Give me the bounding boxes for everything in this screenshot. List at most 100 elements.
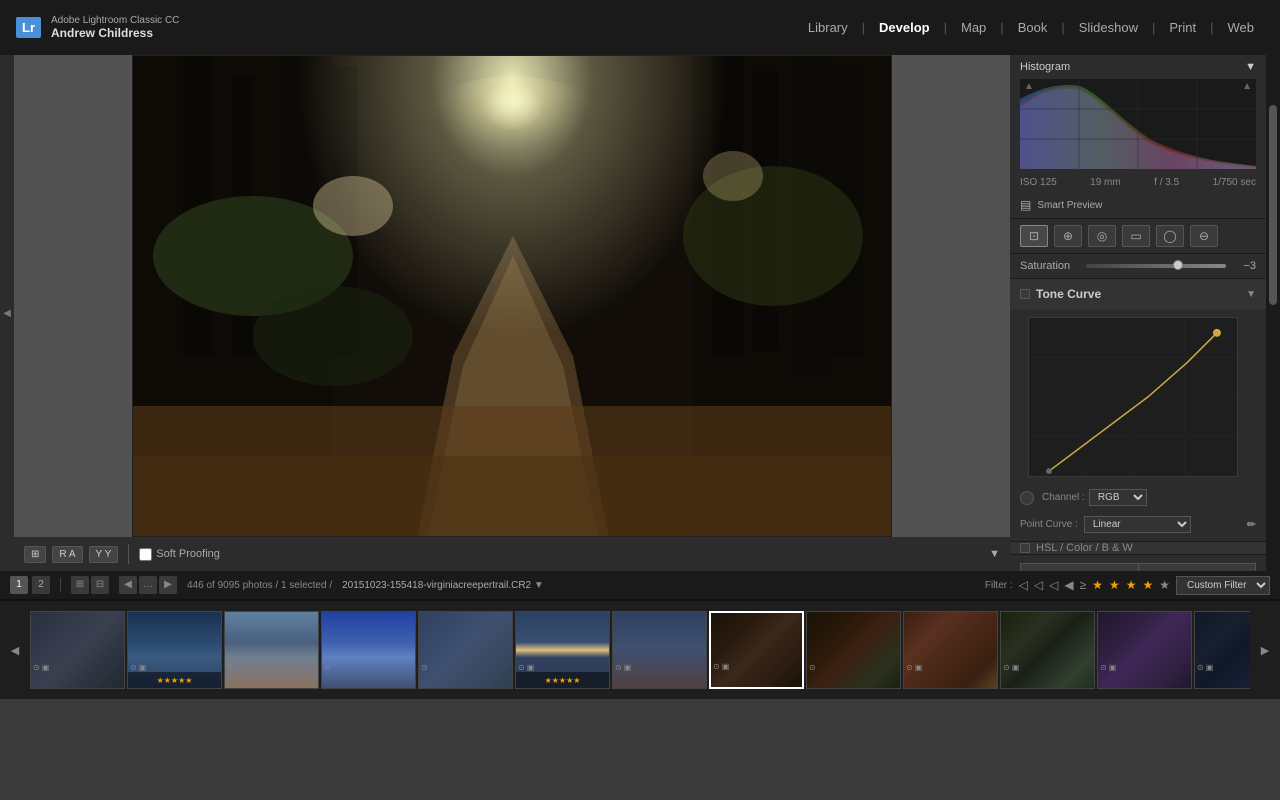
film-thumb-5[interactable]: ⊙ [418, 611, 513, 689]
film-thumb-3[interactable]: ⊙ [224, 611, 319, 689]
saturation-slider[interactable] [1086, 264, 1226, 268]
page-1[interactable]: 1 [10, 576, 28, 594]
dots[interactable]: … [139, 576, 157, 594]
filename-dropdown[interactable]: ▼ [534, 580, 544, 591]
grid-btn-1[interactable]: ⊞ [71, 576, 89, 594]
nav-arrows: ◀ … ▶ [119, 576, 177, 594]
focal-length: 19 mm [1090, 177, 1121, 188]
left-panel-arrow: ◀ [3, 308, 11, 319]
hsl-label: HSL / Color / B & W [1036, 542, 1133, 554]
center-toolbar: ⊞ R A Y Y Soft Proofing ▼ [14, 537, 1010, 571]
curve-controls: Channel : RGB Red Green Blue [1010, 485, 1266, 512]
tone-curve-graph [1028, 317, 1238, 477]
app-logo: Lr Adobe Lightroom Classic CC Andrew Chi… [16, 15, 179, 40]
hsl-toggle[interactable] [1020, 543, 1030, 553]
nav-slideshow[interactable]: Slideshow [1069, 16, 1148, 39]
star-3[interactable]: ★ [1126, 578, 1137, 592]
filter-icon-2[interactable]: ◁ [1034, 578, 1043, 592]
toolbar-expand-arrow[interactable]: ▼ [989, 548, 1000, 560]
film-thumb-10[interactable]: ⊙▣ [903, 611, 998, 689]
film-thumb-9[interactable]: ⊙ [806, 611, 901, 689]
film-thumb-4[interactable]: ⊙ [321, 611, 416, 689]
star-4[interactable]: ★ [1142, 578, 1153, 592]
scrollbar-thumb[interactable] [1269, 105, 1277, 305]
film-thumb-2[interactable]: ⊙▣ ★★★★★ [127, 611, 222, 689]
filter-icon-3[interactable]: ◁ [1049, 578, 1058, 592]
graduated-filter-tool[interactable]: ▭ [1122, 225, 1150, 247]
app-info: Adobe Lightroom Classic CC Andrew Childr… [51, 15, 179, 40]
nav-library[interactable]: Library [798, 16, 858, 39]
nav-book[interactable]: Book [1008, 16, 1058, 39]
filter-icon-4[interactable]: ◀ [1064, 578, 1073, 592]
film-thumb-11[interactable]: ⊙▣ [1000, 611, 1095, 689]
radial-filter-tool[interactable]: ◯ [1156, 225, 1184, 247]
center-area: ⊞ R A Y Y Soft Proofing ▼ [14, 55, 1010, 571]
custom-filter-select[interactable]: Custom Filter [1176, 576, 1270, 595]
star-2[interactable]: ★ [1109, 578, 1120, 592]
channel-select[interactable]: RGB Red Green Blue [1089, 489, 1147, 506]
tone-curve-expand-icon[interactable]: ▼ [1246, 289, 1256, 300]
film-thumb-6[interactable]: ⊙▣ ★★★★★ [515, 611, 610, 689]
film-thumb-13[interactable]: 5 ⊙▣ [1194, 611, 1250, 689]
filmstrip-scroll: ⊙▣ ⊙▣ ★★★★★ ⊙ ⊙ ⊙ ⊙▣ ★★★★★ ⊙▣ ⊙▣ [30, 606, 1250, 694]
nav-print[interactable]: Print [1159, 16, 1206, 39]
toolbar-sep [128, 544, 129, 564]
star-1[interactable]: ★ [1092, 578, 1103, 592]
filmstrip-area: ◀ ⊙▣ ⊙▣ ★★★★★ ⊙ ⊙ ⊙ ⊙▣ ★★★★★ ⊙▣ [0, 599, 1280, 699]
histogram-header: Histogram ▼ [1010, 55, 1266, 79]
hist-right-arrow[interactable]: ▲ [1242, 81, 1252, 92]
film-thumb-8[interactable]: ⊙▣ [709, 611, 804, 689]
tone-curve-section: Tone Curve ▼ [1010, 278, 1266, 541]
smart-preview-label: Smart Preview [1037, 200, 1102, 211]
histogram-title: Histogram [1020, 61, 1070, 73]
yy-btn[interactable]: Y Y [89, 546, 119, 563]
nav-web[interactable]: Web [1218, 16, 1265, 39]
develop-tools: ⊡ ⊕ ◎ ▭ ◯ ⊖ [1010, 219, 1266, 254]
film-thumb-7[interactable]: ⊙▣ [612, 611, 707, 689]
photo-count: 446 of 9095 photos / 1 selected / [187, 580, 332, 591]
adjustment-brush-tool[interactable]: ⊖ [1190, 225, 1218, 247]
crop-tool[interactable]: ⊡ [1020, 225, 1048, 247]
shutter-speed: 1/750 sec [1213, 177, 1256, 188]
main-layout: ◀ [0, 55, 1280, 571]
nav-develop[interactable]: Develop [869, 16, 940, 39]
filmstrip-right-arrow[interactable]: ▶ [1250, 644, 1280, 657]
hsl-section-bar: HSL / Color / B & W [1010, 541, 1266, 554]
status-bar: 1 2 ⊞ ⊟ ◀ … ▶ 446 of 9095 photos / 1 sel… [0, 571, 1280, 599]
point-curve-edit-icon[interactable]: ✏ [1247, 518, 1256, 531]
filter-geq[interactable]: ≥ [1080, 578, 1087, 592]
grid-btn-2[interactable]: ⊟ [91, 576, 109, 594]
saturation-thumb[interactable] [1173, 260, 1183, 270]
photo-filename[interactable]: 20151023-155418-virginiacreepertrail.CR2… [342, 580, 544, 591]
spot-removal-tool[interactable]: ⊕ [1054, 225, 1082, 247]
left-panel[interactable]: ◀ [0, 55, 14, 571]
red-eye-tool[interactable]: ◎ [1088, 225, 1116, 247]
filter-icon-1[interactable]: ◁ [1019, 578, 1028, 592]
user-name: Andrew Childress [51, 26, 179, 40]
before-after-btn[interactable]: R A [52, 546, 82, 563]
camera-info: ISO 125 19 mm f / 3.5 1/750 sec [1010, 173, 1266, 194]
top-bar: Lr Adobe Lightroom Classic CC Andrew Chi… [0, 0, 1280, 55]
tone-curve-header[interactable]: Tone Curve ▼ [1010, 278, 1266, 309]
reset-button[interactable]: Reset [1138, 563, 1257, 571]
curve-target-btn[interactable] [1020, 491, 1034, 505]
prev-arrow[interactable]: ◀ [119, 576, 137, 594]
previous-button[interactable]: Previous [1020, 563, 1138, 571]
point-curve-select[interactable]: Linear Medium Contrast Strong Contrast [1084, 516, 1191, 533]
nav-map[interactable]: Map [951, 16, 996, 39]
point-curve-label: Point Curve : [1020, 519, 1078, 530]
smart-preview: ▤ Smart Preview [1010, 194, 1266, 218]
soft-proofing-toggle[interactable]: Soft Proofing [139, 548, 220, 561]
view-mode-btn[interactable]: ⊞ [24, 546, 46, 563]
next-arrow[interactable]: ▶ [159, 576, 177, 594]
histogram-expand-icon[interactable]: ▼ [1245, 61, 1256, 73]
hist-left-arrow[interactable]: ▲ [1024, 81, 1034, 92]
page-2[interactable]: 2 [32, 576, 50, 594]
action-buttons: Previous Reset [1010, 554, 1266, 571]
film-thumb-12[interactable]: ⊙▣ [1097, 611, 1192, 689]
soft-proofing-checkbox[interactable] [139, 548, 152, 561]
star-5[interactable]: ★ [1159, 578, 1170, 592]
filmstrip-left-arrow[interactable]: ◀ [0, 644, 30, 657]
tone-curve-toggle[interactable] [1020, 289, 1030, 299]
film-thumb-1[interactable]: ⊙▣ [30, 611, 125, 689]
